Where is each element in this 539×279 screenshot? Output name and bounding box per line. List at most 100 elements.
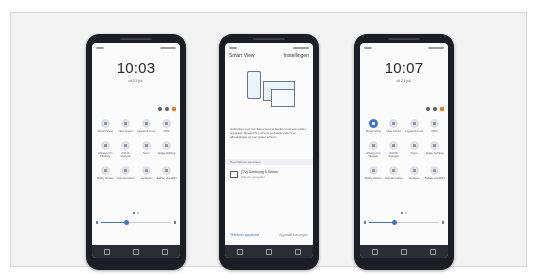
date: di 21 jul.: [396, 78, 412, 83]
recent-apps-icon[interactable]: [236, 248, 243, 255]
add-device-button[interactable]: Apparaat toevoegen: [279, 233, 308, 237]
smart-view-title: Smart View: [229, 53, 255, 59]
smart-view-icon: [100, 119, 110, 128]
slider-fill: [101, 222, 126, 223]
recent-apps-icon[interactable]: [103, 248, 110, 255]
tile-dolby[interactable]: Dolby Atmos: [95, 165, 116, 181]
smart-view-illustration: [237, 69, 301, 117]
tile-always-on[interactable]: Always On Display: [363, 140, 384, 159]
nav-bar: [92, 245, 180, 258]
tile-nfc[interactable]: NFC: [157, 119, 178, 134]
brightness-high-icon: [442, 221, 444, 224]
settings-gear-icon[interactable]: [426, 107, 430, 111]
dolby-icon: [100, 165, 110, 175]
clock: 10:07: [384, 60, 424, 77]
quick-panel-actions: [426, 107, 444, 111]
tv-icon: [230, 171, 238, 178]
tile-liggend[interactable]: Liggend mod.: [404, 119, 425, 134]
wifi-call-icon: [162, 165, 172, 175]
quick-settings-grid: Smart View Niet storen Liggend mod. NFC …: [95, 119, 177, 180]
smart-view-description: Gebruiken voor het delen van uw telefoon…: [230, 127, 306, 139]
edge-icon: [162, 140, 172, 150]
wifi-call-icon: [430, 165, 440, 175]
settings-link[interactable]: Instellingen: [284, 53, 309, 59]
brightness-high-icon: [174, 221, 176, 224]
tile-sync[interactable]: Sync: [136, 140, 157, 159]
smart-view-icon: [368, 119, 378, 128]
tile-liggend[interactable]: Liggend mod.: [136, 119, 157, 134]
back-icon[interactable]: [430, 248, 437, 255]
tile-edge[interactable]: Edge lighting: [157, 140, 178, 159]
smart-view-footer: Telefoon apparaat Apparaat toevoegen: [225, 231, 313, 241]
nfc-icon: [430, 119, 440, 128]
tile-niet-storen[interactable]: Niet storen: [384, 119, 405, 134]
home-icon[interactable]: [132, 248, 139, 255]
nav-bar: [360, 245, 448, 258]
tile-zichtb[interactable]: Zichtb. wijzigen: [384, 140, 405, 159]
date: di 21 jul.: [128, 78, 144, 83]
tile-smart-view[interactable]: Smart View: [363, 119, 384, 134]
phone-screen: 10:03 di 21 jul. Smart View Niet storen …: [92, 43, 180, 258]
notification-icon: [440, 107, 444, 111]
quick-settings-grid: Smart View Niet storen Liggend mod. NFC …: [363, 119, 445, 180]
nav-bar: [225, 245, 313, 258]
quick-panel-actions: [158, 107, 176, 111]
status-bar: [96, 46, 176, 51]
brightness-low-icon: [96, 221, 98, 224]
slider-thumb[interactable]: [123, 220, 129, 225]
phone-quick-panel-before: 10:03 di 21 jul. Smart View Niet storen …: [86, 34, 186, 270]
dolby-icon: [368, 165, 378, 175]
home-icon[interactable]: [400, 248, 407, 255]
tile-always-on[interactable]: Always On Display: [95, 140, 116, 159]
notification-icon: [172, 107, 176, 111]
tile-hotspot[interactable]: Hotspot: [136, 165, 157, 181]
device-name: [TV] Samsung 6 Series: [241, 170, 278, 174]
sync-icon: [141, 140, 151, 150]
more-dots-icon[interactable]: [433, 107, 437, 111]
smart-view-header: Smart View Instellingen: [229, 53, 309, 61]
tile-zichtb[interactable]: Zichtb. wijzigen: [116, 140, 137, 159]
page-indicator: [360, 212, 448, 214]
tile-dolby[interactable]: Dolby Atmos: [363, 165, 384, 181]
slider-fill: [369, 222, 394, 223]
tile-nfc[interactable]: NFC: [425, 119, 446, 134]
eye-icon: [389, 140, 399, 150]
hotspot-icon: [409, 165, 419, 175]
back-icon[interactable]: [162, 248, 169, 255]
tile-wifi-call[interactable]: Bellen via WiFi: [425, 165, 446, 181]
settings-gear-icon[interactable]: [158, 107, 162, 111]
brightness-slider[interactable]: [364, 220, 444, 226]
aod-icon: [100, 140, 110, 150]
nfc-icon: [162, 119, 172, 128]
recent-apps-icon[interactable]: [371, 248, 378, 255]
rotate-icon: [409, 119, 419, 128]
brightness-slider[interactable]: [96, 220, 176, 226]
slider-thumb[interactable]: [391, 220, 397, 225]
phone-quick-panel-after: 10:07 di 21 jul. Smart View Niet storen …: [354, 34, 454, 270]
home-icon[interactable]: [265, 248, 272, 255]
status-bar: [229, 46, 309, 51]
status-bar: [364, 46, 444, 51]
sync-icon: [409, 140, 419, 150]
brightness-low-icon: [364, 221, 366, 224]
more-dots-icon[interactable]: [165, 107, 169, 111]
edge-icon: [430, 140, 440, 150]
tile-game[interactable]: Gamemodus: [384, 165, 405, 181]
tile-wifi-call[interactable]: Bellen via WiFi: [157, 165, 178, 181]
game-icon: [389, 165, 399, 175]
eye-icon: [121, 140, 131, 150]
tile-sync[interactable]: Sync: [404, 140, 425, 159]
tile-hotspot[interactable]: Hotspot: [404, 165, 425, 181]
tile-game[interactable]: Gamemodus: [116, 165, 137, 181]
phone-screen: 10:07 di 21 jul. Smart View Niet storen …: [360, 43, 448, 258]
phone-device-button[interactable]: Telefoon apparaat: [230, 233, 259, 237]
rotate-icon: [141, 119, 151, 128]
tile-niet-storen[interactable]: Niet storen: [116, 119, 137, 134]
device-list-item[interactable]: [TV] Samsung 6 Series Scherm spiegelen: [230, 169, 308, 181]
tile-edge[interactable]: Edge lighting: [425, 140, 446, 159]
phone-screen: Smart View Instellingen Gebruiken voor h…: [225, 43, 313, 258]
back-icon[interactable]: [295, 248, 302, 255]
section-header: Beschikbare apparaten: [225, 159, 313, 165]
page-indicator: [92, 212, 180, 214]
tile-smart-view[interactable]: Smart View: [95, 119, 116, 134]
